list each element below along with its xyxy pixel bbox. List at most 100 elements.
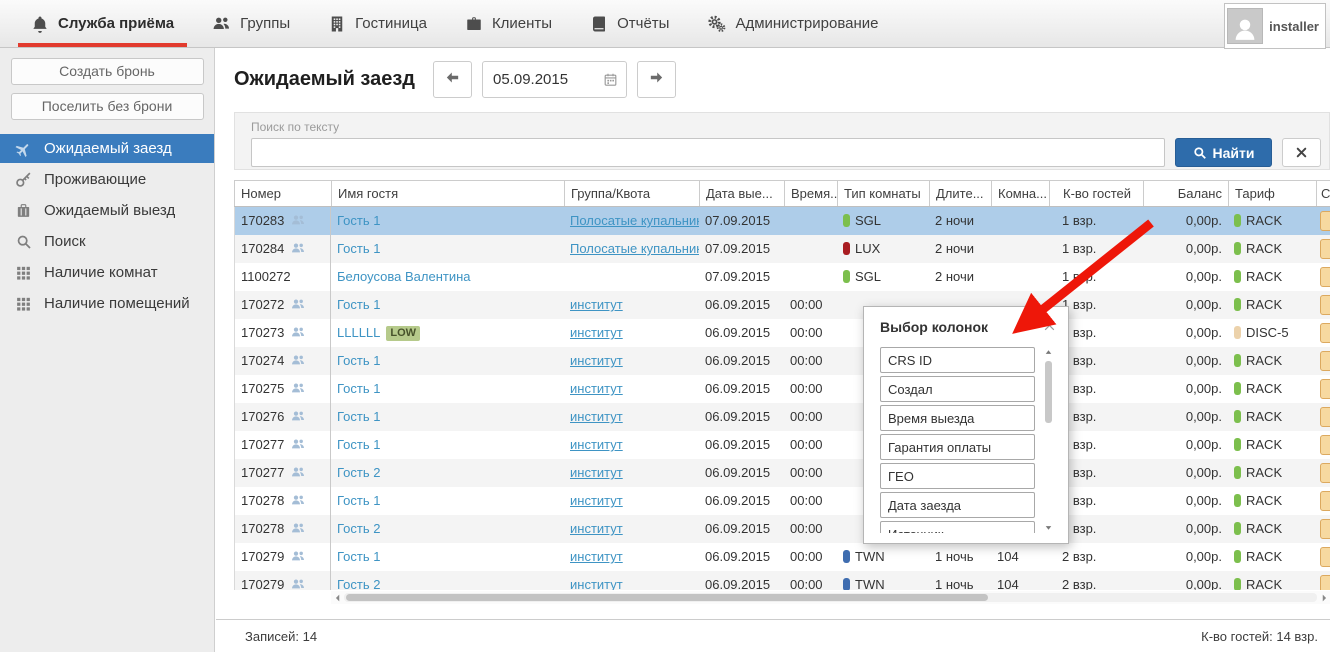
guest-link[interactable]: Гость 1 xyxy=(337,297,380,312)
column-option[interactable]: ГЕО xyxy=(880,463,1035,489)
calendar-icon[interactable] xyxy=(603,72,618,87)
column-header[interactable]: Длите... xyxy=(929,181,991,206)
column-header[interactable]: Время... xyxy=(784,181,837,206)
group-link[interactable]: институт xyxy=(570,465,623,480)
guest-link[interactable]: Гость 2 xyxy=(337,465,380,480)
status-badge[interactable] xyxy=(1320,379,1330,399)
table-row[interactable]: 1100272 Белоусова Валентина 07.09.2015 S… xyxy=(234,263,1330,291)
date-input[interactable] xyxy=(491,70,597,89)
guest-link[interactable]: LLLLLL xyxy=(337,325,380,340)
column-option[interactable]: Дата заезда xyxy=(880,492,1035,518)
column-header[interactable]: Номер xyxy=(234,181,331,206)
column-option[interactable]: Создал xyxy=(880,376,1035,402)
column-header[interactable]: Баланс xyxy=(1143,181,1228,206)
column-header[interactable]: Комна... xyxy=(991,181,1049,206)
popup-scroll-thumb[interactable] xyxy=(1045,361,1052,423)
table-row[interactable]: 170275 Гость 1 институт 06.09.2015 00:00… xyxy=(234,375,1330,403)
status-badge[interactable] xyxy=(1320,323,1330,343)
nav-tab[interactable]: Гостиница xyxy=(309,0,446,47)
table-row[interactable]: 170279 Гость 2 институт 06.09.2015 00:00… xyxy=(234,571,1330,590)
group-link[interactable]: институт xyxy=(570,325,623,340)
group-link[interactable]: институт xyxy=(570,409,623,424)
column-header[interactable]: Дата вые... xyxy=(699,181,784,206)
guest-link[interactable]: Гость 2 xyxy=(337,521,380,536)
guest-link[interactable]: Гость 1 xyxy=(337,549,380,564)
status-badge[interactable] xyxy=(1320,575,1330,590)
group-link[interactable]: институт xyxy=(570,381,623,396)
table-row[interactable]: 170278 Гость 2 институт 06.09.2015 00:00… xyxy=(234,515,1330,543)
next-day-button[interactable] xyxy=(637,61,676,98)
nav-tab[interactable]: Служба приёма xyxy=(12,0,193,47)
scroll-up-caret-icon[interactable] xyxy=(1043,347,1054,358)
guest-link[interactable]: Гость 1 xyxy=(337,437,380,452)
popup-close-icon[interactable] xyxy=(1043,319,1056,332)
table-row[interactable]: 170276 Гость 1 институт 06.09.2015 00:00… xyxy=(234,403,1330,431)
guest-link[interactable]: Гость 1 xyxy=(337,493,380,508)
status-badge[interactable] xyxy=(1320,547,1330,567)
group-link[interactable]: Полосатые купальники xyxy=(570,241,699,256)
status-badge[interactable] xyxy=(1320,211,1330,231)
guest-link[interactable]: Гость 1 xyxy=(337,409,380,424)
group-link[interactable]: институт xyxy=(570,353,623,368)
nav-tab[interactable]: Клиенты xyxy=(446,0,571,47)
guest-link[interactable]: Гость 1 xyxy=(337,213,380,228)
table-row[interactable]: 170277 Гость 2 институт 06.09.2015 00:00… xyxy=(234,459,1330,487)
table-row[interactable]: 170283 Гость 1 Полосатые купальники 07.0… xyxy=(234,207,1330,235)
guest-link[interactable]: Гость 1 xyxy=(337,381,380,396)
group-link[interactable]: институт xyxy=(570,493,623,508)
column-option[interactable]: Время выезда xyxy=(880,405,1035,431)
status-badge[interactable] xyxy=(1320,463,1330,483)
column-header[interactable]: К-во гостей xyxy=(1049,181,1143,206)
nav-tab[interactable]: Администрирование xyxy=(688,0,897,47)
sidebar-action-button[interactable]: Поселить без брони xyxy=(11,93,204,120)
popup-scrollbar[interactable] xyxy=(1035,347,1056,533)
table-row[interactable]: 170272 Гость 1 институт 06.09.2015 00:00… xyxy=(234,291,1330,319)
column-option[interactable]: Гарантия оплаты xyxy=(880,434,1035,460)
column-option[interactable]: CRS ID xyxy=(880,347,1035,373)
column-header[interactable]: С xyxy=(1316,181,1330,206)
column-header[interactable]: Имя гостя xyxy=(331,181,564,206)
user-menu[interactable]: installer xyxy=(1224,3,1326,49)
status-badge[interactable] xyxy=(1320,519,1330,539)
nav-tab[interactable]: Группы xyxy=(193,0,309,47)
find-button[interactable]: Найти xyxy=(1175,138,1272,167)
guest-link[interactable]: Гость 2 xyxy=(337,577,380,590)
table-row[interactable]: 170273 LLLLLLLOW институт 06.09.2015 00:… xyxy=(234,319,1330,347)
clear-search-button[interactable] xyxy=(1282,138,1321,167)
scroll-right-arrow[interactable] xyxy=(1317,593,1330,603)
sidebar-item[interactable]: Наличие комнат xyxy=(0,258,214,287)
scroll-left-arrow[interactable] xyxy=(331,593,344,603)
column-option[interactable]: Источник xyxy=(880,521,1035,533)
sidebar-action-button[interactable]: Создать бронь xyxy=(11,58,204,85)
guest-link[interactable]: Гость 1 xyxy=(337,353,380,368)
group-link[interactable]: институт xyxy=(570,577,623,590)
status-badge[interactable] xyxy=(1320,239,1330,259)
status-badge[interactable] xyxy=(1320,491,1330,511)
status-badge[interactable] xyxy=(1320,295,1330,315)
sidebar-item[interactable]: Ожидаемый заезд xyxy=(0,134,214,163)
status-badge[interactable] xyxy=(1320,435,1330,455)
table-row[interactable]: 170278 Гость 1 институт 06.09.2015 00:00… xyxy=(234,487,1330,515)
group-link[interactable]: институт xyxy=(570,549,623,564)
scroll-down-caret-icon[interactable] xyxy=(1043,522,1054,533)
prev-day-button[interactable] xyxy=(433,61,472,98)
table-row[interactable]: 170277 Гость 1 институт 06.09.2015 00:00… xyxy=(234,431,1330,459)
column-header[interactable]: Тариф xyxy=(1228,181,1316,206)
horizontal-scrollbar[interactable] xyxy=(331,591,1330,604)
group-link[interactable]: институт xyxy=(570,297,623,312)
sidebar-item[interactable]: Поиск xyxy=(0,227,214,256)
nav-tab[interactable]: Отчёты xyxy=(571,0,688,47)
sidebar-item[interactable]: Ожидаемый выезд xyxy=(0,196,214,225)
scrollbar-thumb[interactable] xyxy=(346,594,988,601)
column-header[interactable]: Группа/Квота xyxy=(564,181,699,206)
guest-link[interactable]: Белоусова Валентина xyxy=(337,269,471,284)
scrollbar-track[interactable] xyxy=(344,593,1317,602)
column-header[interactable]: Тип комнаты xyxy=(837,181,929,206)
group-link[interactable]: Полосатые купальники xyxy=(570,213,699,228)
table-row[interactable]: 170274 Гость 1 институт 06.09.2015 00:00… xyxy=(234,347,1330,375)
sidebar-item[interactable]: Проживающие xyxy=(0,165,214,194)
status-badge[interactable] xyxy=(1320,267,1330,287)
guest-link[interactable]: Гость 1 xyxy=(337,241,380,256)
group-link[interactable]: институт xyxy=(570,437,623,452)
group-link[interactable]: институт xyxy=(570,521,623,536)
